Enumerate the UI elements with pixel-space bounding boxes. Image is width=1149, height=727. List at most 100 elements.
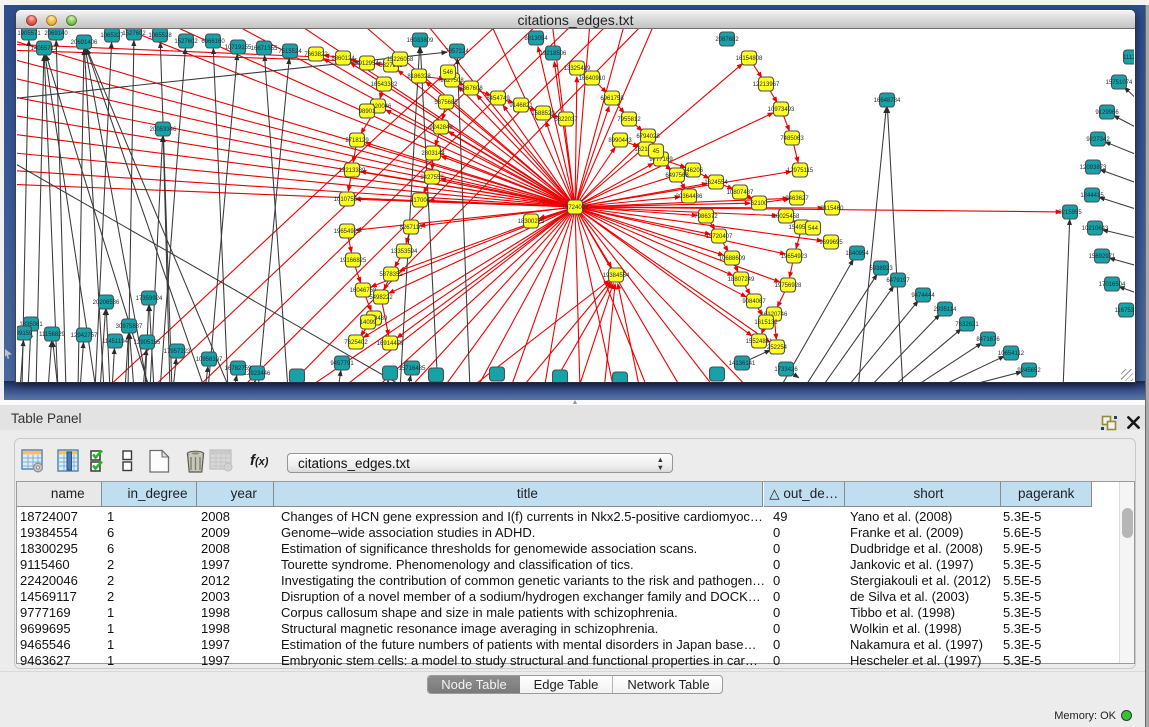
svg-text:8186328: 8186328 xyxy=(407,74,431,80)
svg-text:62100: 62100 xyxy=(751,201,768,207)
svg-text:12905135: 12905135 xyxy=(134,340,161,346)
svg-text:9474444: 9474444 xyxy=(911,293,935,299)
svg-text:3215955: 3215955 xyxy=(1058,210,1082,216)
svg-text:8860124: 8860124 xyxy=(331,56,355,62)
svg-text:12975115: 12975115 xyxy=(787,168,814,174)
svg-text:11451194: 11451194 xyxy=(102,339,128,345)
svg-text:1615132: 1615132 xyxy=(754,320,778,326)
svg-text:1167531: 1167531 xyxy=(1115,308,1134,314)
svg-text:9146821: 9146821 xyxy=(509,103,533,109)
svg-text:12093873: 12093873 xyxy=(1080,165,1107,171)
svg-text:7857224: 7857224 xyxy=(445,49,469,55)
svg-text:6794028: 6794028 xyxy=(636,134,660,140)
svg-text:10210643: 10210643 xyxy=(1082,226,1109,232)
svg-text:19654923: 19654923 xyxy=(781,254,808,260)
svg-text:10807487: 10807487 xyxy=(727,190,754,196)
svg-text:1065327: 1065327 xyxy=(100,33,124,39)
svg-text:5875685: 5875685 xyxy=(434,100,458,106)
svg-text:16033809: 16033809 xyxy=(407,38,434,44)
svg-text:19756928: 19756928 xyxy=(775,283,802,289)
svg-text:8813054: 8813054 xyxy=(524,36,548,42)
svg-text:2087682: 2087682 xyxy=(715,37,739,43)
svg-text:10688609: 10688609 xyxy=(719,256,746,262)
svg-text:45: 45 xyxy=(653,149,660,155)
svg-text:19218506: 19218506 xyxy=(540,51,567,57)
svg-text:7955812: 7955812 xyxy=(617,117,641,123)
svg-text:10025458: 10025458 xyxy=(773,214,800,220)
svg-text:30975887: 30975887 xyxy=(116,324,143,330)
svg-text:16648784: 16648784 xyxy=(874,98,901,104)
svg-text:14055712: 14055712 xyxy=(31,46,58,52)
svg-text:1640954: 1640954 xyxy=(845,251,869,257)
svg-text:7632621: 7632621 xyxy=(955,322,979,328)
svg-text:7663822: 7663822 xyxy=(304,52,328,58)
svg-text:1905571: 1905571 xyxy=(17,31,41,37)
svg-text:10654112: 10654112 xyxy=(998,351,1025,357)
svg-text:17359924: 17359924 xyxy=(136,296,163,302)
svg-text:16154808: 16154808 xyxy=(736,56,763,62)
svg-text:2069140: 2069140 xyxy=(44,31,68,37)
svg-text:16543382: 16543382 xyxy=(371,82,398,88)
svg-text:8990443: 8990443 xyxy=(608,138,632,144)
svg-text:98901: 98901 xyxy=(359,109,376,115)
svg-text:2367608: 2367608 xyxy=(459,86,483,92)
svg-text:7515524: 7515524 xyxy=(278,49,302,55)
svg-text:20206536: 20206536 xyxy=(93,300,120,306)
svg-text:252254: 252254 xyxy=(767,345,788,351)
svg-text:1527602: 1527602 xyxy=(174,39,198,45)
svg-text:16914479: 16914479 xyxy=(377,341,404,347)
svg-text:5878352: 5878352 xyxy=(379,272,403,278)
svg-text:546: 546 xyxy=(443,70,454,76)
svg-text:15692971: 15692971 xyxy=(1089,254,1116,260)
svg-text:6961758: 6961758 xyxy=(600,96,624,102)
svg-text:16640910: 16640910 xyxy=(579,76,606,82)
svg-text:16046758: 16046758 xyxy=(350,288,377,294)
svg-text:20691406: 20691406 xyxy=(71,40,98,46)
svg-text:5822037: 5822037 xyxy=(554,117,578,123)
svg-text:19654925: 19654925 xyxy=(334,229,361,235)
svg-text:8427552: 8427552 xyxy=(420,175,444,181)
svg-text:9227342: 9227342 xyxy=(1086,137,1110,143)
svg-text:10719155: 10719155 xyxy=(225,45,252,51)
svg-text:20364436: 20364436 xyxy=(676,194,703,200)
svg-text:9463627: 9463627 xyxy=(785,196,809,202)
svg-text:12942757: 12942757 xyxy=(71,333,98,339)
svg-text:10958107: 10958107 xyxy=(196,357,223,363)
svg-text:1624554: 1624554 xyxy=(704,180,728,186)
svg-text:17016504: 17016504 xyxy=(1099,282,1126,288)
svg-text:6479197: 6479197 xyxy=(886,278,910,284)
svg-text:11156829: 11156829 xyxy=(39,332,65,338)
svg-text:15720407: 15720407 xyxy=(706,234,733,240)
svg-text:19166825: 19166825 xyxy=(340,258,367,264)
svg-text:1588520: 1588520 xyxy=(531,111,555,117)
svg-text:10107554: 10107554 xyxy=(334,197,361,203)
svg-text:18300275: 18300275 xyxy=(518,219,545,225)
svg-text:6966160: 6966160 xyxy=(201,39,225,45)
svg-text:5498222: 5498222 xyxy=(369,295,393,301)
svg-text:544: 544 xyxy=(808,226,819,232)
svg-text:1527602: 1527602 xyxy=(122,31,146,37)
svg-text:19384554: 19384554 xyxy=(603,273,630,279)
svg-text:15751074: 15751074 xyxy=(1106,80,1133,86)
svg-text:12213967: 12213967 xyxy=(753,82,780,88)
svg-text:15226058: 15226058 xyxy=(387,57,414,63)
svg-text:1733426: 1733426 xyxy=(774,367,798,373)
svg-text:2935114: 2935114 xyxy=(934,307,958,313)
svg-text:15716485: 15716485 xyxy=(399,366,426,372)
svg-text:9129966: 9129966 xyxy=(1095,110,1119,116)
svg-text:14136141: 14136141 xyxy=(729,361,756,367)
svg-text:8267110: 8267110 xyxy=(400,225,424,231)
svg-text:18807249: 18807249 xyxy=(728,277,755,283)
svg-text:39159: 39159 xyxy=(17,331,33,337)
svg-text:9115460: 9115460 xyxy=(821,206,845,212)
svg-text:20053346: 20053346 xyxy=(150,127,177,133)
svg-text:10973493: 10973493 xyxy=(768,107,795,113)
svg-text:14099: 14099 xyxy=(360,320,377,326)
svg-text:9084067: 9084067 xyxy=(742,299,766,305)
svg-text:1244415: 1244415 xyxy=(1080,193,1104,199)
svg-text:8471676: 8471676 xyxy=(976,337,1000,343)
svg-text:11123: 11123 xyxy=(1123,55,1134,61)
svg-text:7625402: 7625402 xyxy=(344,340,368,346)
svg-text:18724007: 18724007 xyxy=(562,205,589,211)
svg-text:2803144: 2803144 xyxy=(421,151,445,157)
